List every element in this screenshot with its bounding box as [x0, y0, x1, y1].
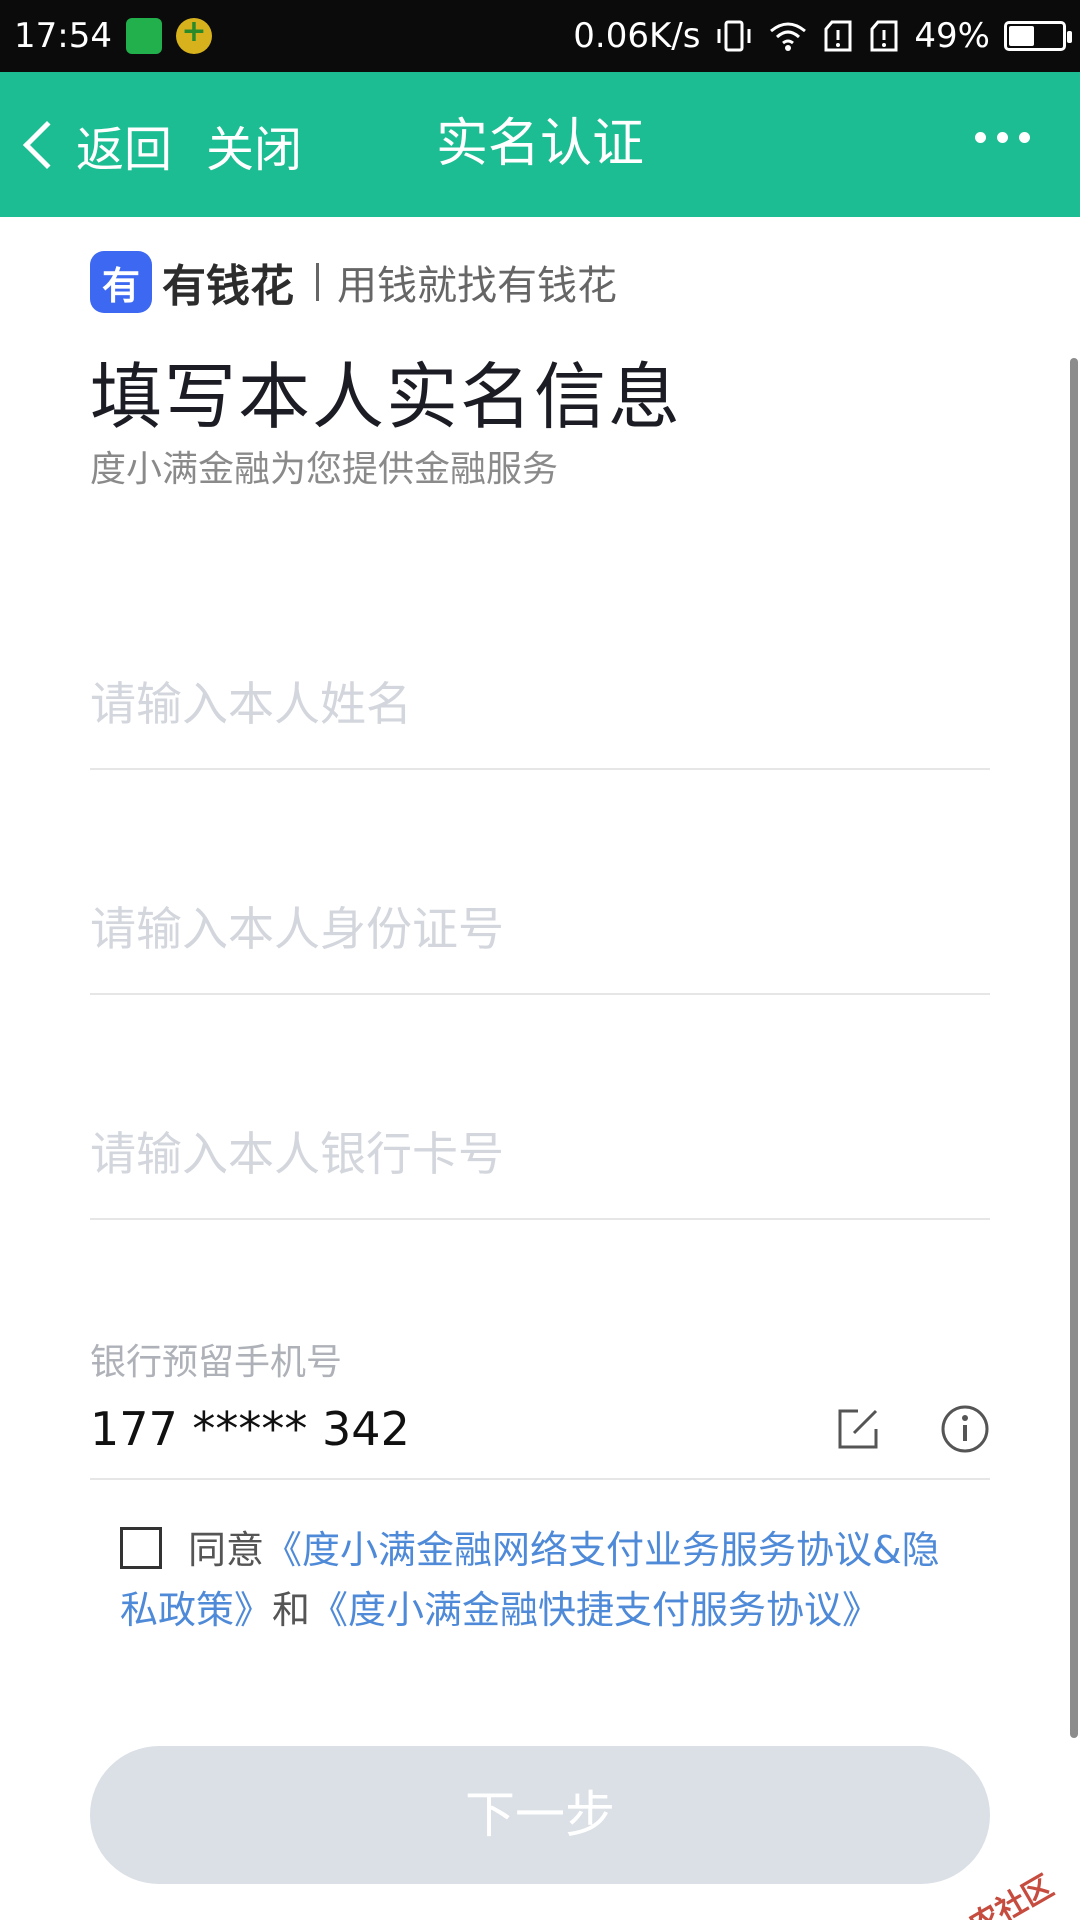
page-title: 填写本人实名信息 — [90, 355, 683, 439]
info-icon[interactable] — [940, 1404, 990, 1454]
status-bar: 17:54 0.06K/s — [0, 0, 1080, 72]
status-left: 17:54 — [14, 14, 212, 56]
brand-logo: 有 — [90, 251, 152, 313]
edit-icon[interactable] — [836, 1407, 880, 1451]
status-time: 17:54 — [14, 16, 112, 56]
brand-slogan: 用钱就找有钱花 — [337, 263, 617, 309]
next-step-button[interactable]: 下一步 — [90, 1746, 990, 1884]
id-field-wrap — [90, 865, 990, 995]
id-number-input[interactable] — [90, 865, 990, 993]
phone-field: 177 ***** 342 — [90, 1380, 990, 1480]
status-right: 0.06K/s 49% — [573, 16, 1072, 56]
phone-label: 银行预留手机号 — [90, 1342, 343, 1383]
net-speed: 0.06K/s — [573, 16, 701, 56]
battery-percent: 49% — [914, 16, 990, 56]
battery-icon — [1004, 21, 1072, 51]
scrollbar[interactable] — [1070, 358, 1078, 1738]
card-field-wrap — [90, 1090, 990, 1220]
vibrate-icon — [717, 20, 751, 52]
chevron-left-icon[interactable] — [22, 120, 72, 169]
agree-joiner: 和 — [272, 1588, 311, 1632]
sim1-icon — [824, 20, 852, 52]
coin-app-icon — [175, 14, 212, 54]
brand-header: 有 有钱花 用钱就找有钱花 — [90, 250, 617, 314]
agree-checkbox[interactable] — [120, 1527, 162, 1569]
wechat-icon — [125, 18, 162, 54]
agreement-link-quickpay[interactable]: 《度小满金融快捷支付服务协议》 — [310, 1588, 880, 1632]
agree-prefix: 同意 — [188, 1528, 265, 1572]
agreement: 同意《度小满金融网络支付业务服务协议&隐私政策》和《度小满金融快捷支付服务协议》 — [120, 1520, 950, 1640]
name-input[interactable] — [90, 640, 990, 768]
page-subtitle: 度小满金融为您提供金融服务 — [90, 449, 559, 490]
more-icon[interactable] — [975, 132, 1030, 143]
screen: 17:54 0.06K/s — [0, 0, 1080, 1920]
wifi-icon — [770, 22, 807, 51]
brand-name: 有钱花 — [162, 261, 294, 312]
bank-card-input[interactable] — [90, 1090, 990, 1218]
name-field-wrap — [90, 640, 990, 770]
nav-left: 返回 关闭 — [20, 72, 302, 217]
back-button[interactable]: 返回 — [76, 110, 172, 180]
brand-divider — [316, 263, 319, 301]
sim2-icon — [870, 20, 898, 52]
nav-bar: 返回 关闭 实名认证 — [0, 72, 1080, 217]
phone-value: 177 ***** 342 — [90, 1402, 410, 1456]
close-button[interactable]: 关闭 — [206, 110, 302, 180]
